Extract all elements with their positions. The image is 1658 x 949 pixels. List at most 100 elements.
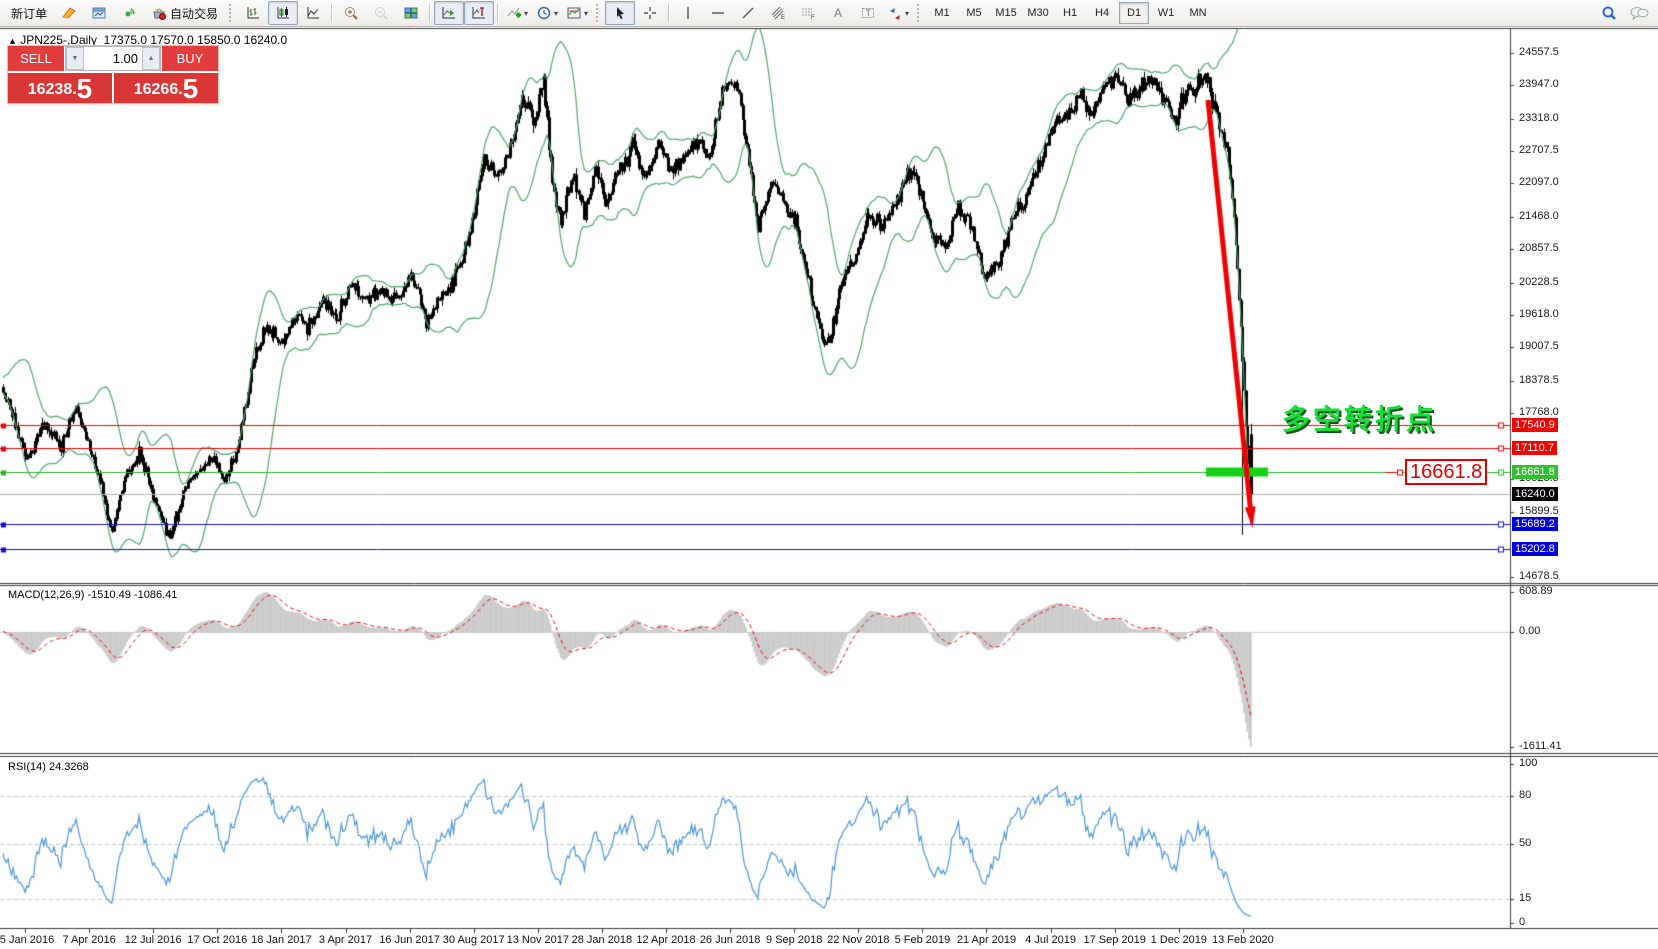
main-toolbar: 新订单 自动交易 ▾ ▾ ▾ E F A T ▾ M1M5M15M30H1H4D… [0,0,1658,27]
macd-axis-label: 0.00 [1519,625,1540,637]
date-axis-label: 5 Feb 2019 [895,934,951,946]
dropdown-caret-icon: ▾ [554,9,558,18]
indicators-button[interactable]: ▾ [502,1,532,25]
timeframe-d1-button[interactable]: D1 [1119,2,1149,24]
text-a-icon: A [830,5,846,21]
autotrading-button[interactable]: 自动交易 [144,1,225,25]
signal-waves-icon [121,5,137,21]
buy-price[interactable]: 16266.5 [114,73,218,103]
macd-axis-label: 608.89 [1519,585,1553,597]
clock-icon [536,5,552,21]
price-axis-tick-label: 19007.5 [1519,340,1559,352]
market-watch-button[interactable] [84,1,114,25]
crosshair-icon [642,5,658,21]
candlestick-chart-button[interactable] [268,1,298,25]
date-axis-label: 12 Apr 2018 [636,934,695,946]
timeframe-mn-button[interactable]: MN [1183,2,1213,24]
date-axis-label: 12 Jul 2016 [125,934,182,946]
auto-scroll-button[interactable] [434,1,464,25]
crosshair-button[interactable] [635,1,665,25]
trendline-button[interactable] [733,1,763,25]
sell-price[interactable]: 16238.5 [8,73,112,103]
fibonacci-button[interactable]: F [793,1,823,25]
autotrading-basket-icon [151,5,167,21]
dropdown-caret-icon: ▾ [905,9,909,18]
date-axis-label: 13 Feb 2020 [1212,934,1274,946]
buy-button[interactable]: BUY [162,46,218,71]
auto-scroll-icon [441,5,457,21]
svg-text:F: F [811,15,815,21]
zoom-out-button[interactable] [366,1,396,25]
volume-input[interactable]: 1.00 [84,51,142,66]
price-axis-tick-label: 24557.5 [1519,46,1559,58]
bar-chart-button[interactable] [238,1,268,25]
text-button[interactable]: A [823,1,853,25]
channel-button[interactable]: E [763,1,793,25]
metaeditor-button[interactable] [54,1,84,25]
autotrading-label: 自动交易 [170,5,218,22]
search-button[interactable] [1594,1,1624,25]
rsi-axis-label: 15 [1519,892,1531,904]
timeframe-m30-button[interactable]: M30 [1023,2,1053,24]
zoom-out-icon [373,5,389,21]
arrows-button[interactable]: ▾ [883,1,913,25]
timeframe-m5-button[interactable]: M5 [959,2,989,24]
date-axis-label: 3 Apr 2017 [319,934,372,946]
zoom-in-icon [343,5,359,21]
rsi-axis-label: 80 [1519,789,1531,801]
toolbar-separator [429,4,431,22]
tile-windows-icon [403,5,419,21]
volume-decrease-button[interactable]: ▼ [66,47,84,70]
signals-button[interactable] [114,1,144,25]
date-axis-label: 16 Jun 2017 [379,934,440,946]
date-axis-label: 5 Jan 2016 [0,934,54,946]
toolbar-grip [596,4,601,22]
periods-button[interactable]: ▾ [532,1,562,25]
price-axis-tick-label: 22097.0 [1519,176,1559,188]
price-axis-tick-label: 23318.0 [1519,112,1559,124]
price-axis-tick-label: 20228.5 [1519,276,1559,288]
price-line-tag: 17110.7 [1512,441,1557,455]
volume-increase-button[interactable]: ▲ [142,47,160,70]
timeframe-h1-button[interactable]: H1 [1055,2,1085,24]
line-chart-icon [305,5,321,21]
timeframe-m15-button[interactable]: M15 [991,2,1021,24]
vertical-line-icon [680,5,696,21]
templates-button[interactable]: ▾ [562,1,592,25]
sell-button[interactable]: SELL [8,46,64,71]
dropdown-caret-icon: ▾ [524,9,528,18]
tile-windows-button[interactable] [396,1,426,25]
macd-axis-label: -1611.41 [1519,740,1562,752]
price-axis-tick-label: 18378.5 [1519,374,1559,386]
zoom-in-button[interactable] [336,1,366,25]
cursor-button[interactable] [605,1,635,25]
timeframe-m1-button[interactable]: M1 [927,2,957,24]
date-axis-label: 28 Jan 2018 [572,934,633,946]
rsi-axis-label: 50 [1519,837,1531,849]
date-axis-label: 18 Jan 2017 [251,934,312,946]
chart-shift-icon [471,5,487,21]
timeframe-w1-button[interactable]: W1 [1151,2,1181,24]
highlighter-icon [61,5,77,21]
chart-area[interactable] [0,27,1658,949]
line-chart-button[interactable] [298,1,328,25]
turning-point-annotation[interactable]: 多空转折点 [1282,398,1437,438]
chat-button[interactable] [1624,1,1654,25]
svg-text:T: T [866,8,872,18]
toolbar-grip [917,4,922,22]
horizontal-line-button[interactable] [703,1,733,25]
price-callout-box[interactable]: 16661.8 [1405,459,1487,485]
price-line-tag: 15202.8 [1512,542,1558,556]
price-axis-tick-label: 21468.0 [1519,210,1559,222]
rsi-indicator-label: RSI(14) 24.3268 [8,761,89,773]
vertical-line-button[interactable] [673,1,703,25]
bar-chart-icon [245,5,261,21]
text-label-button[interactable]: T [853,1,883,25]
text-label-icon: T [860,5,876,21]
arrow-shapes-icon [887,5,903,21]
timeframe-h4-button[interactable]: H4 [1087,2,1117,24]
chart-shift-button[interactable] [464,1,494,25]
new-order-button[interactable]: 新订单 [4,1,54,25]
date-axis-label: 9 Sep 2018 [766,934,822,946]
toolbar-separator [668,4,670,22]
